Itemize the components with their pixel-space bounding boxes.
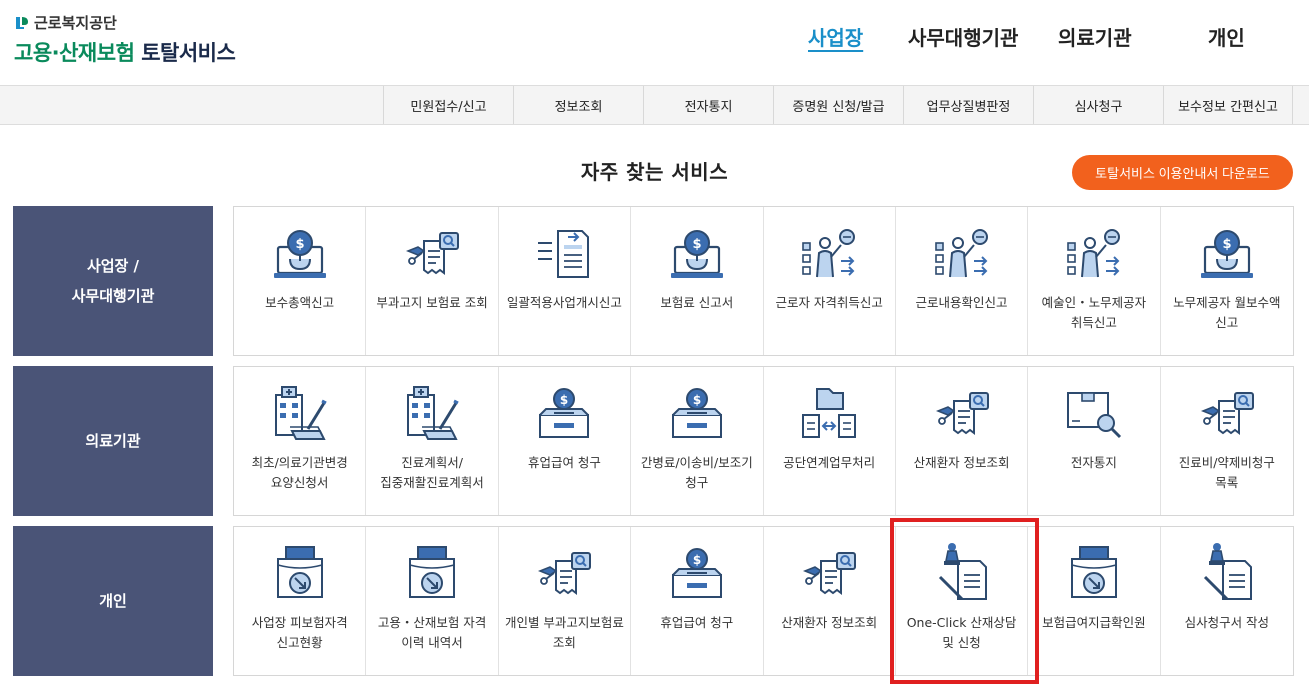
service-item-label: 공단연계업무처리 <box>783 455 876 470</box>
service-item[interactable]: 산재환자 정보조회 <box>764 527 896 675</box>
stamp-document-icon <box>1195 541 1259 605</box>
service-item[interactable]: 진료계획서/집중재활진료계획서 <box>366 367 499 515</box>
service-item[interactable]: 산재환자 정보조회 <box>896 367 1029 515</box>
service-item[interactable]: 심사청구서 작성 <box>1161 527 1293 675</box>
service-item-label: 심사청구서 작성 <box>1184 615 1270 630</box>
service-item[interactable]: 보험급여지급확인원 <box>1028 527 1161 675</box>
service-item[interactable]: 휴업급여 청구 <box>499 367 632 515</box>
person-checklist-icon <box>930 221 994 285</box>
money-box-icon <box>665 381 729 445</box>
service-item[interactable]: 보험료 신고서 <box>631 207 764 355</box>
topnav-personal[interactable]: 개인 <box>1208 22 1245 51</box>
service-item-label: 사업장 피보험자격 신고현황 <box>251 615 348 650</box>
service-item-label: 부과고지 보험료 조회 <box>376 295 488 310</box>
service-item-label: 예술인・노무제공자 취득신고 <box>1041 295 1147 330</box>
service-item[interactable]: 사업장 피보험자격 신고현황 <box>234 527 367 675</box>
service-item[interactable]: 예술인・노무제공자 취득신고 <box>1028 207 1161 355</box>
guide-download-button[interactable]: 토탈서비스 이용안내서 다운로드 <box>1072 155 1293 190</box>
service-item-label: 고용・산재보험 자격 이력 내역서 <box>377 615 487 650</box>
hospital-pen-icon <box>268 381 332 445</box>
service-item[interactable]: 최초/의료기관변경 요양신청서 <box>234 367 367 515</box>
service-item-label: 전자통지 <box>1070 455 1117 470</box>
service-item-label: 근로내용확인신고 <box>915 295 1008 310</box>
row-label-workplace: 사업장 / 사무대행기관 <box>13 206 213 356</box>
kcomwel-logo-icon <box>16 16 28 29</box>
row-label-medical: 의료기관 <box>13 366 213 516</box>
hospital-pen-icon <box>400 381 464 445</box>
service-item-label: 진료계획서/집중재활진료계획서 <box>380 455 484 490</box>
printer-arrow-icon <box>1062 541 1126 605</box>
service-item[interactable]: 공단연계업무처리 <box>764 367 896 515</box>
service-item-label: 보수총액신고 <box>265 295 335 310</box>
main-menu-bar: 민원접수/신고 정보조회 전자통지 증명원 신청/발급 업무상질병판정 심사청구… <box>0 85 1309 125</box>
money-laptop-icon <box>268 221 332 285</box>
service-item-one-click[interactable]: One-Click 산재상담 및 신청 <box>896 527 1029 675</box>
service-item[interactable]: 근로내용확인신고 <box>896 207 1029 355</box>
menu-item-notice[interactable]: 전자통지 <box>643 86 773 124</box>
service-item[interactable]: 간병료/이송비/보조기 청구 <box>631 367 764 515</box>
service-title-dark: 토탈서비스 <box>141 41 236 65</box>
row-label-personal: 개인 <box>13 526 213 676</box>
printer-arrow-icon <box>268 541 332 605</box>
row-label-text: 개인 <box>99 592 127 610</box>
service-item[interactable]: 부과고지 보험료 조회 <box>366 207 499 355</box>
document-search-icon <box>532 541 596 605</box>
service-item-label: 간병료/이송비/보조기 청구 <box>640 455 753 490</box>
service-title-green: 고용·산재보험 <box>14 41 135 65</box>
document-search-icon <box>400 221 464 285</box>
service-item-label: 진료비/약제비청구 목록 <box>1178 455 1275 490</box>
person-checklist-icon <box>1062 221 1126 285</box>
service-item-label: 산재환자 정보조회 <box>781 615 878 630</box>
service-item[interactable]: 전자통지 <box>1028 367 1161 515</box>
document-search-icon <box>930 381 994 445</box>
service-item-label: 최초/의료기관변경 요양신청서 <box>251 455 348 490</box>
service-item-label: 개인별 부과고지보험료 조회 <box>504 615 624 650</box>
document-transfer-icon <box>532 221 596 285</box>
menu-item-review[interactable]: 심사청구 <box>1033 86 1163 124</box>
money-laptop-icon <box>1195 221 1259 285</box>
service-item-label: 휴업급여 청구 <box>660 615 734 630</box>
service-item-label: 휴업급여 청구 <box>527 455 601 470</box>
service-item-label: 산재환자 정보조회 <box>913 455 1010 470</box>
service-item-label: 보험급여지급확인원 <box>1042 615 1146 630</box>
money-box-icon <box>532 381 596 445</box>
topnav-workplace[interactable]: 사업장 <box>808 22 863 51</box>
menu-item-disease[interactable]: 업무상질병판정 <box>903 86 1033 124</box>
document-search-icon <box>1195 381 1259 445</box>
folder-exchange-icon <box>797 381 861 445</box>
topnav-medical[interactable]: 의료기관 <box>1058 22 1132 51</box>
stamp-document-icon <box>930 541 994 605</box>
money-laptop-icon <box>665 221 729 285</box>
service-item[interactable]: 노무제공자 월보수액 신고 <box>1161 207 1293 355</box>
service-item[interactable]: 보수총액신고 <box>234 207 367 355</box>
row-label-text: 의료기관 <box>85 432 141 450</box>
menu-item-info[interactable]: 정보조회 <box>513 86 643 124</box>
printer-arrow-icon <box>400 541 464 605</box>
org-name: 근로복지공단 <box>34 14 117 32</box>
menu-item-certificate[interactable]: 증명원 신청/발급 <box>773 86 903 124</box>
service-item[interactable]: 고용・산재보험 자격 이력 내역서 <box>366 527 499 675</box>
service-item-label: 보험료 신고서 <box>660 295 734 310</box>
person-checklist-icon <box>797 221 861 285</box>
service-item-label: 근로자 자격취득신고 <box>775 295 883 310</box>
service-grid-personal: 사업장 피보험자격 신고현황 고용・산재보험 자격 이력 내역서 개인별 부과고… <box>233 526 1294 676</box>
service-item[interactable]: 휴업급여 청구 <box>631 527 764 675</box>
service-item-label: 노무제공자 월보수액 신고 <box>1173 295 1281 330</box>
service-item-label: One-Click 산재상담 및 신청 <box>906 615 1017 650</box>
service-item[interactable]: 근로자 자격취득신고 <box>764 207 896 355</box>
service-item[interactable]: 개인별 부과고지보험료 조회 <box>499 527 632 675</box>
service-grid-medical: 최초/의료기관변경 요양신청서 진료계획서/집중재활진료계획서 휴업급여 청구 … <box>233 366 1294 516</box>
menu-item-wage[interactable]: 보수정보 간편신고 <box>1163 86 1293 124</box>
service-item-label: 일괄적용사업개시신고 <box>506 295 622 310</box>
logo[interactable]: 근로복지공단 고용·산재보험 토탈서비스 <box>14 12 236 67</box>
topnav-agency[interactable]: 사무대행기관 <box>908 22 1018 51</box>
service-item[interactable]: 일괄적용사업개시신고 <box>499 207 632 355</box>
money-box-icon <box>665 541 729 605</box>
service-item[interactable]: 진료비/약제비청구 목록 <box>1161 367 1293 515</box>
box-search-icon <box>1062 381 1126 445</box>
menu-item-civil[interactable]: 민원접수/신고 <box>383 86 513 124</box>
document-search-icon <box>797 541 861 605</box>
service-grid-workplace: 보수총액신고 부과고지 보험료 조회 일괄적용사업개시신고 보험료 신고서 근로… <box>233 206 1294 356</box>
row-label-text: 사업장 / 사무대행기관 <box>71 257 155 305</box>
